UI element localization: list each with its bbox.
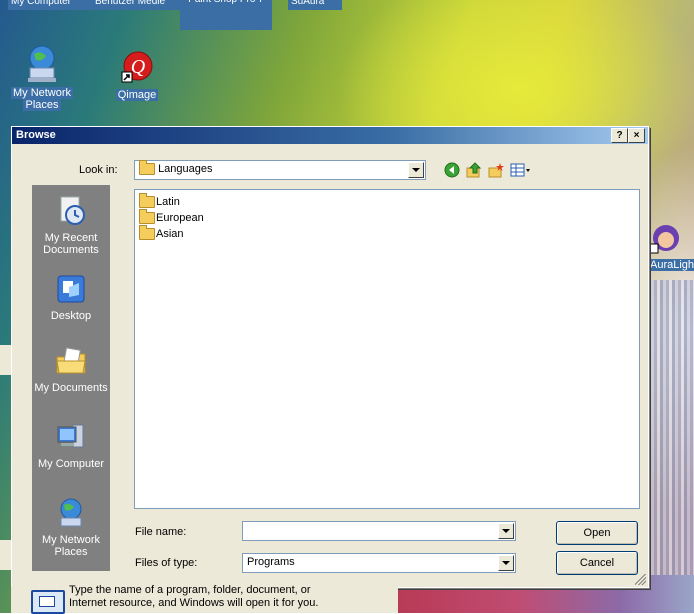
dialog-titlebar[interactable]: Browse ? × xyxy=(12,127,648,144)
top-icon-labels: My Computer Benutzer Medie Paint Shop Pr… xyxy=(0,0,694,30)
run-dialog-hint: Type the name of a program, folder, docu… xyxy=(11,584,398,614)
desktop-icon-label: AuraLigh xyxy=(648,259,694,271)
desktop-icon xyxy=(57,275,85,303)
place-label: Places xyxy=(54,546,88,558)
desktop-label-benutzer[interactable]: Benutzer Medie xyxy=(92,0,180,10)
place-my-documents[interactable]: My Documents xyxy=(32,345,110,394)
desktop-label-paint-shop-pro[interactable]: Paint Shop Pro 7 xyxy=(180,0,272,30)
folder-icon xyxy=(139,160,155,176)
file-name-label: File name: xyxy=(135,526,187,538)
desktop-icon-auralight[interactable]: AuraLigh xyxy=(648,222,694,271)
file-name: European xyxy=(156,212,204,224)
chevron-down-icon[interactable] xyxy=(498,555,514,571)
files-of-type-value: Programs xyxy=(247,556,295,568)
run-icon xyxy=(31,590,65,614)
place-my-computer[interactable]: My Computer xyxy=(32,421,110,470)
view-menu-icon[interactable] xyxy=(510,162,532,178)
browse-dialog: Browse ? × Look in: Languages My Recent … xyxy=(11,126,649,588)
folder-icon xyxy=(139,225,155,241)
look-in-value: Languages xyxy=(158,163,213,175)
chevron-down-icon[interactable] xyxy=(408,162,424,178)
place-my-network-places[interactable]: My Network Places xyxy=(32,497,110,558)
cancel-button[interactable]: Cancel xyxy=(556,551,638,575)
up-folder-icon[interactable] xyxy=(466,162,482,178)
place-label: Documents xyxy=(43,244,99,256)
file-name: Asian xyxy=(156,228,184,240)
svg-text:Q: Q xyxy=(131,56,146,78)
desktop-label-my-computer[interactable]: My Computer xyxy=(8,0,92,10)
desktop-icon-label: My Network xyxy=(10,87,74,99)
qimage-icon: Q xyxy=(121,51,153,83)
open-button[interactable]: Open xyxy=(556,521,638,545)
help-button[interactable]: ? xyxy=(611,128,628,143)
list-item[interactable]: Latin xyxy=(139,193,180,210)
run-hint-line: Internet resource, and Windows will open… xyxy=(69,597,319,609)
files-of-type-label: Files of type: xyxy=(135,557,198,569)
desktop-icon-my-network-places[interactable]: My Network Places xyxy=(10,44,74,111)
auralight-icon xyxy=(648,225,679,254)
wallpaper-detail xyxy=(648,280,694,613)
file-list[interactable]: Latin European Asian xyxy=(134,189,640,509)
back-icon[interactable] xyxy=(444,162,460,178)
close-button[interactable]: × xyxy=(628,128,645,143)
recent-documents-icon xyxy=(60,196,85,225)
desktop-icon-label: Places xyxy=(23,99,61,111)
places-bar: My Recent Documents Desktop My Documents xyxy=(32,185,110,571)
resize-grip[interactable] xyxy=(635,574,646,585)
desktop-icon-qimage[interactable]: Q Qimage xyxy=(112,50,162,101)
network-places-icon xyxy=(28,45,56,82)
files-of-type-dropdown[interactable]: Programs xyxy=(242,553,516,573)
list-item[interactable]: European xyxy=(139,209,204,226)
place-label: My Computer xyxy=(37,458,105,470)
desktop-label-suaura[interactable]: SuAura xyxy=(288,0,342,10)
place-desktop[interactable]: Desktop xyxy=(32,273,110,322)
run-hint-line: Type the name of a program, folder, docu… xyxy=(69,584,311,596)
list-item[interactable]: Asian xyxy=(139,225,184,242)
file-name-input[interactable] xyxy=(242,521,516,541)
file-name: Latin xyxy=(156,196,180,208)
place-label: My Network xyxy=(41,534,101,546)
place-label: Desktop xyxy=(50,310,92,322)
chevron-down-icon[interactable] xyxy=(498,523,514,539)
dialog-title: Browse xyxy=(16,129,56,141)
folder-icon xyxy=(139,209,155,225)
place-label: My Recent xyxy=(44,232,98,244)
new-folder-icon[interactable] xyxy=(488,162,504,178)
look-in-dropdown[interactable]: Languages xyxy=(134,160,426,180)
my-documents-icon xyxy=(56,347,86,374)
folder-icon xyxy=(139,193,155,209)
look-in-label: Look in: xyxy=(79,164,118,176)
place-label: My Documents xyxy=(34,382,108,394)
network-places-icon xyxy=(60,498,82,527)
my-computer-icon xyxy=(57,424,84,448)
desktop-icon-label: Qimage xyxy=(115,89,159,101)
place-my-recent-documents[interactable]: My Recent Documents xyxy=(32,195,110,256)
